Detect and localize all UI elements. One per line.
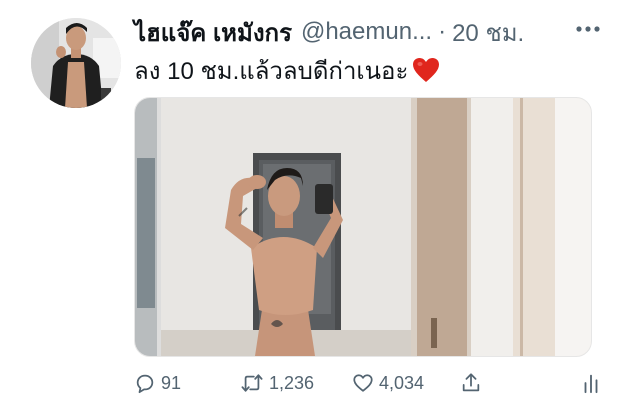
retweet-icon (241, 374, 263, 392)
like-button[interactable]: 4,034 (352, 372, 460, 394)
media-photo (135, 98, 591, 356)
tweet-text-content: ลง 10 ชม.แล้วลบดีก่าเนอะ (134, 57, 409, 85)
analytics-icon (584, 374, 598, 394)
avatar[interactable] (31, 18, 121, 108)
tweet-header: ไฮแจ๊ค เหมังกร @haemun... · 20 ชม. (134, 14, 601, 50)
author-name[interactable]: ไฮแจ๊ค เหมังกร (134, 13, 292, 52)
reply-icon (136, 374, 154, 394)
more-horizontal-icon[interactable] (575, 21, 601, 43)
reply-button[interactable]: 91 (134, 372, 240, 394)
reply-count: 91 (161, 372, 182, 393)
like-heart-icon (353, 374, 373, 392)
author-handle[interactable]: @haemun... (301, 18, 432, 46)
share-icon (462, 373, 480, 392)
tweet-timestamp[interactable]: 20 ชม. (452, 13, 524, 52)
tweet-text: ลง 10 ชม.แล้วลบดีก่าเนอะ (134, 52, 440, 88)
tweet-media[interactable] (134, 97, 592, 357)
tweet-actions: 91 1,236 4,034 (134, 368, 601, 398)
separator-dot: · (438, 18, 447, 45)
retweet-button[interactable]: 1,236 (240, 372, 352, 394)
like-count: 4,034 (379, 372, 425, 393)
avatar-photo (31, 18, 121, 108)
retweet-count: 1,236 (269, 372, 315, 393)
red-heart-emoji-icon (412, 57, 440, 83)
share-button[interactable] (460, 372, 550, 394)
analytics-button[interactable] (581, 372, 601, 394)
